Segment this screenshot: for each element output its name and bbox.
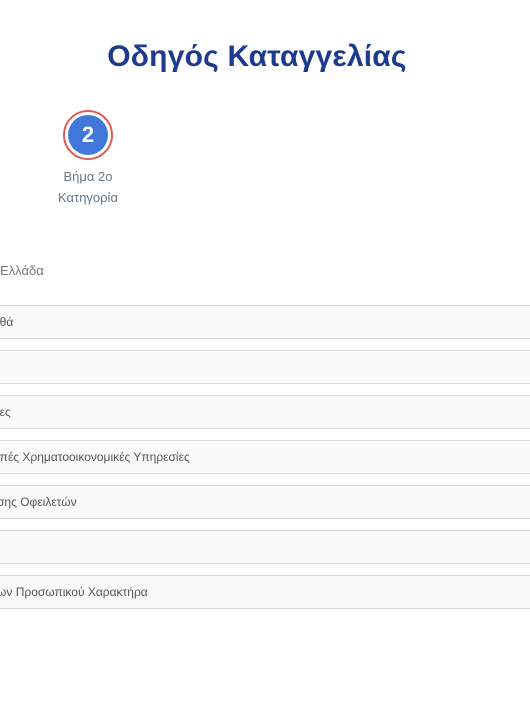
country-breadcrumb: Ελλάδα bbox=[0, 263, 44, 278]
step-number-badge: 2 bbox=[68, 115, 108, 155]
category-option[interactable]: ιπές Χρηματοοικονομικές Υπηρεσίες bbox=[0, 440, 530, 474]
step-label-subtitle: Κατηγορία bbox=[58, 190, 118, 205]
step-label-title: Βήμα 2ο bbox=[63, 169, 113, 184]
category-option[interactable] bbox=[0, 350, 530, 384]
category-option[interactable]: ιθά bbox=[0, 305, 530, 339]
category-list: ιθά ιες ιπές Χρηματοοικονομικές Υπηρεσίε… bbox=[0, 305, 530, 620]
category-option[interactable]: ιες bbox=[0, 395, 530, 429]
category-option[interactable]: σης Οφειλετών bbox=[0, 485, 530, 519]
complaint-wizard-page: Οδηγός Καταγγελίας 2 Βήμα 2ο Κατηγορία Ε… bbox=[0, 0, 530, 704]
category-option[interactable]: ων Προσωπικού Χαρακτήρα bbox=[0, 575, 530, 609]
category-option[interactable] bbox=[0, 530, 530, 564]
step-label: Βήμα 2ο Κατηγορία bbox=[43, 166, 133, 208]
wizard-step-2: 2 Βήμα 2ο Κατηγορία bbox=[43, 110, 133, 208]
page-title: Οδηγός Καταγγελίας bbox=[107, 40, 407, 73]
step-active-ring: 2 bbox=[63, 110, 113, 160]
